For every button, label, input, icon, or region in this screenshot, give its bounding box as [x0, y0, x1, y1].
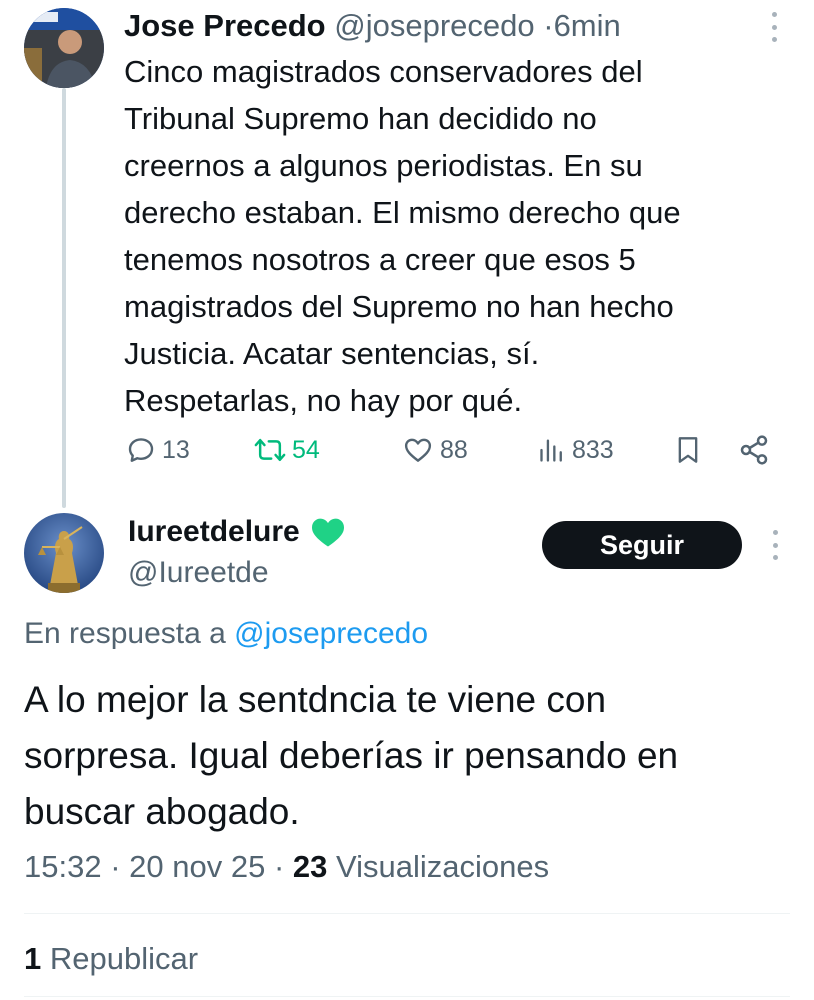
- parent-tweet-text: Cinco magistrados conservadores del Trib…: [124, 48, 784, 424]
- text-line: A lo mejor la sentdncia te viene con: [24, 679, 607, 720]
- share-icon: [740, 435, 768, 465]
- repost-icon: [254, 438, 286, 462]
- author-name[interactable]: Iureetdelure: [128, 510, 300, 554]
- meta-separator: ·: [543, 8, 554, 43]
- text-line: sorpresa. Igual deberías ir pensando en: [24, 735, 679, 776]
- repost-count: 54: [292, 435, 320, 464]
- reply-button[interactable]: 13: [126, 428, 190, 472]
- tweet-time[interactable]: 6min: [554, 8, 621, 43]
- thread-connector-line: [62, 88, 66, 508]
- avatar[interactable]: [24, 513, 104, 593]
- author-handle[interactable]: @joseprecedo: [334, 8, 534, 43]
- like-count: 88: [440, 435, 468, 464]
- meta-separator: ·: [273, 849, 285, 884]
- more-options-icon[interactable]: [769, 530, 781, 560]
- reposts-count: 1: [24, 941, 42, 976]
- views-count: 23: [292, 849, 328, 884]
- views-label: Visualizaciones: [336, 849, 550, 884]
- text-line: Tribunal Supremo han decidido no: [124, 101, 597, 136]
- meta-separator: ·: [110, 849, 121, 884]
- views-count: 833: [572, 435, 614, 464]
- reply-tweet-text: A lo mejor la sentdncia te viene con sor…: [24, 672, 794, 840]
- reply-context: En respuesta a @joseprecedo: [24, 614, 428, 654]
- reply-author-name[interactable]: Iureetdelure: [128, 510, 346, 554]
- text-line: magistrados del Supremo no han hecho: [124, 289, 674, 324]
- avatar-justice-statue-icon: [24, 513, 104, 593]
- action-bar: 13 54 88 833: [124, 428, 784, 472]
- follow-button[interactable]: Seguir: [542, 521, 742, 569]
- parent-tweet-header: Jose Precedo @joseprecedo ·6min: [124, 6, 744, 46]
- avatar-photo-icon: [24, 8, 104, 88]
- divider: [24, 996, 790, 997]
- text-line: buscar abogado.: [24, 791, 300, 832]
- text-line: Cinco magistrados conservadores del: [124, 54, 643, 89]
- avatar[interactable]: [24, 8, 104, 88]
- like-button[interactable]: 88: [402, 428, 468, 472]
- bookmark-icon: [678, 437, 698, 463]
- tweet-date[interactable]: 20 nov 25: [129, 849, 265, 884]
- text-line: derecho estaban. El mismo derecho que: [124, 195, 681, 230]
- share-button[interactable]: [738, 428, 770, 472]
- like-icon: [404, 438, 432, 462]
- repost-button[interactable]: 54: [254, 428, 320, 472]
- tweet-metadata: 15:32 · 20 nov 25 · 23 Visualizaciones: [24, 846, 549, 888]
- reply-to-handle-link[interactable]: @joseprecedo: [234, 617, 428, 650]
- tweet-time[interactable]: 15:32: [24, 849, 102, 884]
- green-heart-icon: [310, 516, 346, 548]
- text-line: Justicia. Acatar sentencias, sí.: [124, 336, 540, 371]
- more-options-icon[interactable]: [768, 12, 780, 42]
- tweet-thread: Jose Precedo @joseprecedo ·6min Cinco ma…: [0, 0, 814, 1000]
- views-icon: [540, 439, 562, 462]
- reply-author-handle[interactable]: @Iureetde: [128, 553, 269, 593]
- text-line: tenemos nosotros a creer que esos 5: [124, 242, 636, 277]
- views-button[interactable]: 833: [538, 428, 614, 472]
- reposts-summary-link[interactable]: 1 Republicar: [24, 938, 198, 980]
- reposts-label: Republicar: [49, 941, 199, 976]
- text-line: creernos a algunos periodistas. En su: [124, 148, 643, 183]
- divider: [24, 913, 790, 914]
- reply-icon: [128, 438, 154, 462]
- reply-count: 13: [162, 435, 190, 464]
- reply-prefix: En respuesta a: [24, 617, 226, 650]
- author-name[interactable]: Jose Precedo: [124, 8, 326, 43]
- bookmark-button[interactable]: [674, 428, 702, 472]
- text-line: Respetarlas, no hay por qué.: [124, 383, 523, 418]
